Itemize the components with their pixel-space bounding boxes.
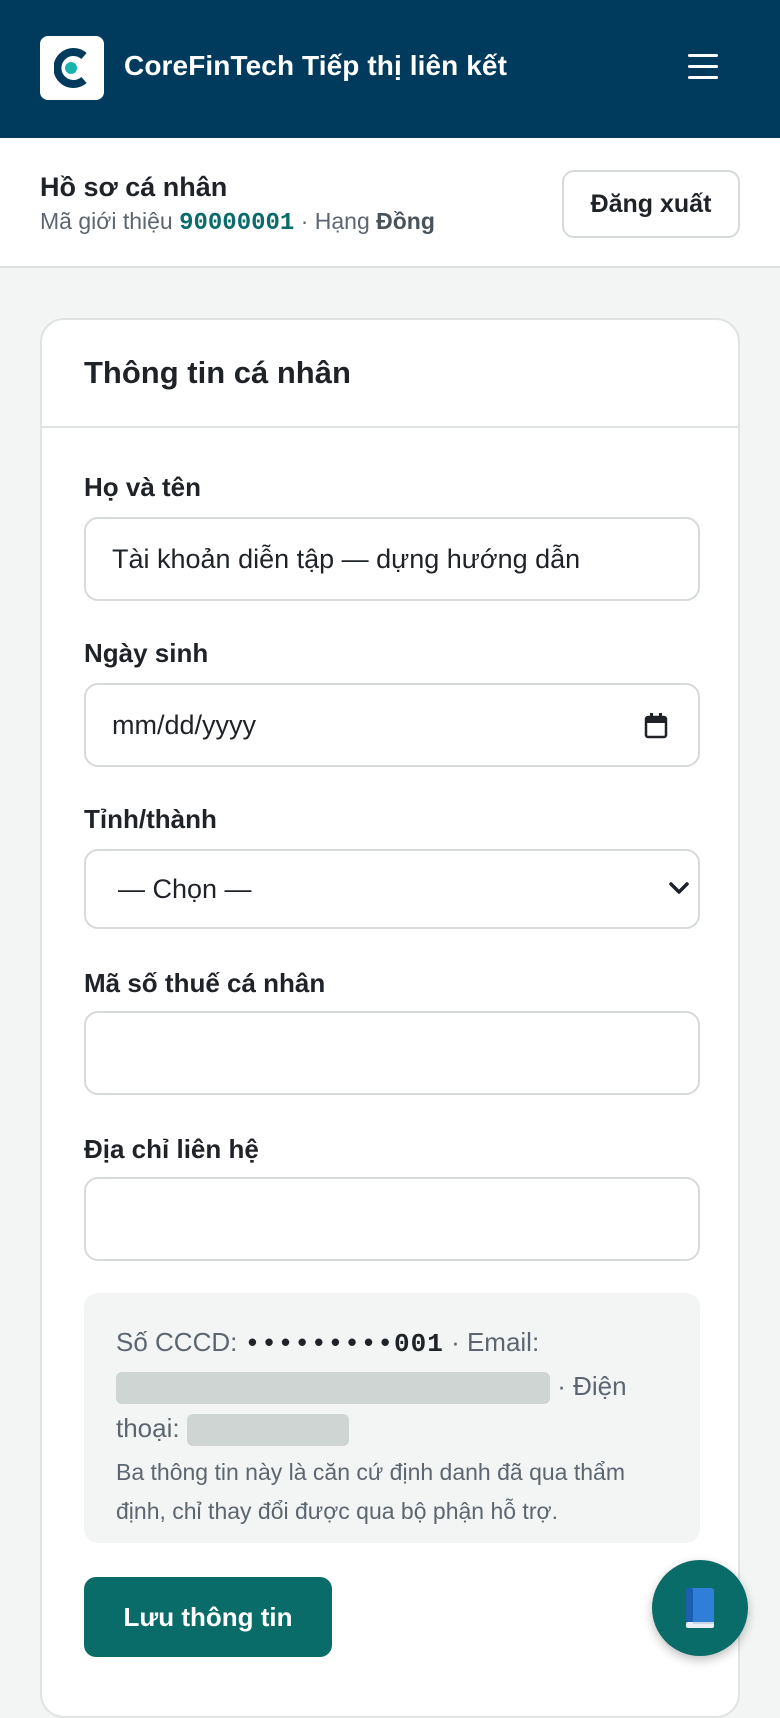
help-fab[interactable]	[652, 1560, 748, 1656]
birth-date-input[interactable]: mm/dd/yyyy	[84, 683, 700, 767]
top-bar: CoreFinTech Tiếp thị liên kết	[0, 0, 780, 138]
card-title: Thông tin cá nhân	[84, 355, 351, 390]
page-title: Hồ sơ cá nhân	[40, 172, 228, 202]
identity-note: Ba thông tin này là căn cứ định danh đã …	[116, 1459, 625, 1524]
email-label: · Email:	[451, 1327, 540, 1357]
email-redacted	[116, 1372, 550, 1405]
phone-label-part2: thoại:	[116, 1413, 180, 1443]
tax-code-input[interactable]	[84, 1011, 700, 1095]
logout-button[interactable]: Đăng xuất	[562, 170, 740, 238]
chevron-down-icon	[669, 882, 689, 894]
book-icon	[686, 1588, 714, 1628]
province-select[interactable]: — Chọn —	[84, 849, 700, 929]
referral-code: 90000001	[179, 210, 295, 237]
full-name-label: Họ và tên	[84, 472, 202, 502]
referral-label: Mã giới thiệu	[40, 208, 173, 234]
phone-redacted	[186, 1414, 349, 1447]
meta-separator: ·	[300, 208, 309, 234]
province-label: Tỉnh/thành	[84, 804, 217, 834]
email-line: · Điện	[116, 1365, 668, 1407]
address-input[interactable]	[84, 1177, 700, 1261]
brand-logo[interactable]	[40, 36, 104, 100]
tax-code-label: Mã số thuế cá nhân	[84, 968, 326, 998]
hamburger-icon[interactable]	[686, 52, 720, 82]
calendar-icon[interactable]	[644, 713, 668, 739]
cccd-label: Số CCCD:	[116, 1327, 238, 1357]
phone-line: thoại:	[116, 1407, 668, 1449]
identity-line: Số CCCD: •••••••••001 · Email:	[116, 1321, 668, 1365]
card-header: Thông tin cá nhân	[42, 320, 738, 428]
birth-date-placeholder: mm/dd/yyyy	[112, 709, 257, 740]
profile-meta: Mã giới thiệu 90000001 · Hạng Đồng	[40, 208, 435, 237]
rank-label: Hạng	[314, 208, 370, 234]
personal-info-card: Thông tin cá nhân Họ và tên Tài khoản di…	[40, 318, 740, 1718]
rank-value: Đồng	[376, 208, 435, 234]
identity-readonly-panel: Số CCCD: •••••••••001 · Email: · Điện th…	[84, 1293, 700, 1543]
brand-title[interactable]: CoreFinTech Tiếp thị liên kết	[124, 50, 507, 82]
birth-date-label: Ngày sinh	[84, 638, 209, 668]
full-name-input[interactable]: Tài khoản diễn tập — dựng hướng dẫn	[84, 517, 700, 601]
logo-c-icon	[54, 48, 87, 88]
profile-header: Hồ sơ cá nhân Mã giới thiệu 90000001 · H…	[0, 138, 780, 268]
phone-label-part1: · Điện	[557, 1371, 627, 1401]
save-button[interactable]: Lưu thông tin	[84, 1577, 332, 1657]
cccd-value: •••••••••001	[244, 1329, 444, 1359]
address-label: Địa chỉ liên hệ	[84, 1134, 259, 1164]
province-selected: — Chọn —	[118, 873, 252, 904]
